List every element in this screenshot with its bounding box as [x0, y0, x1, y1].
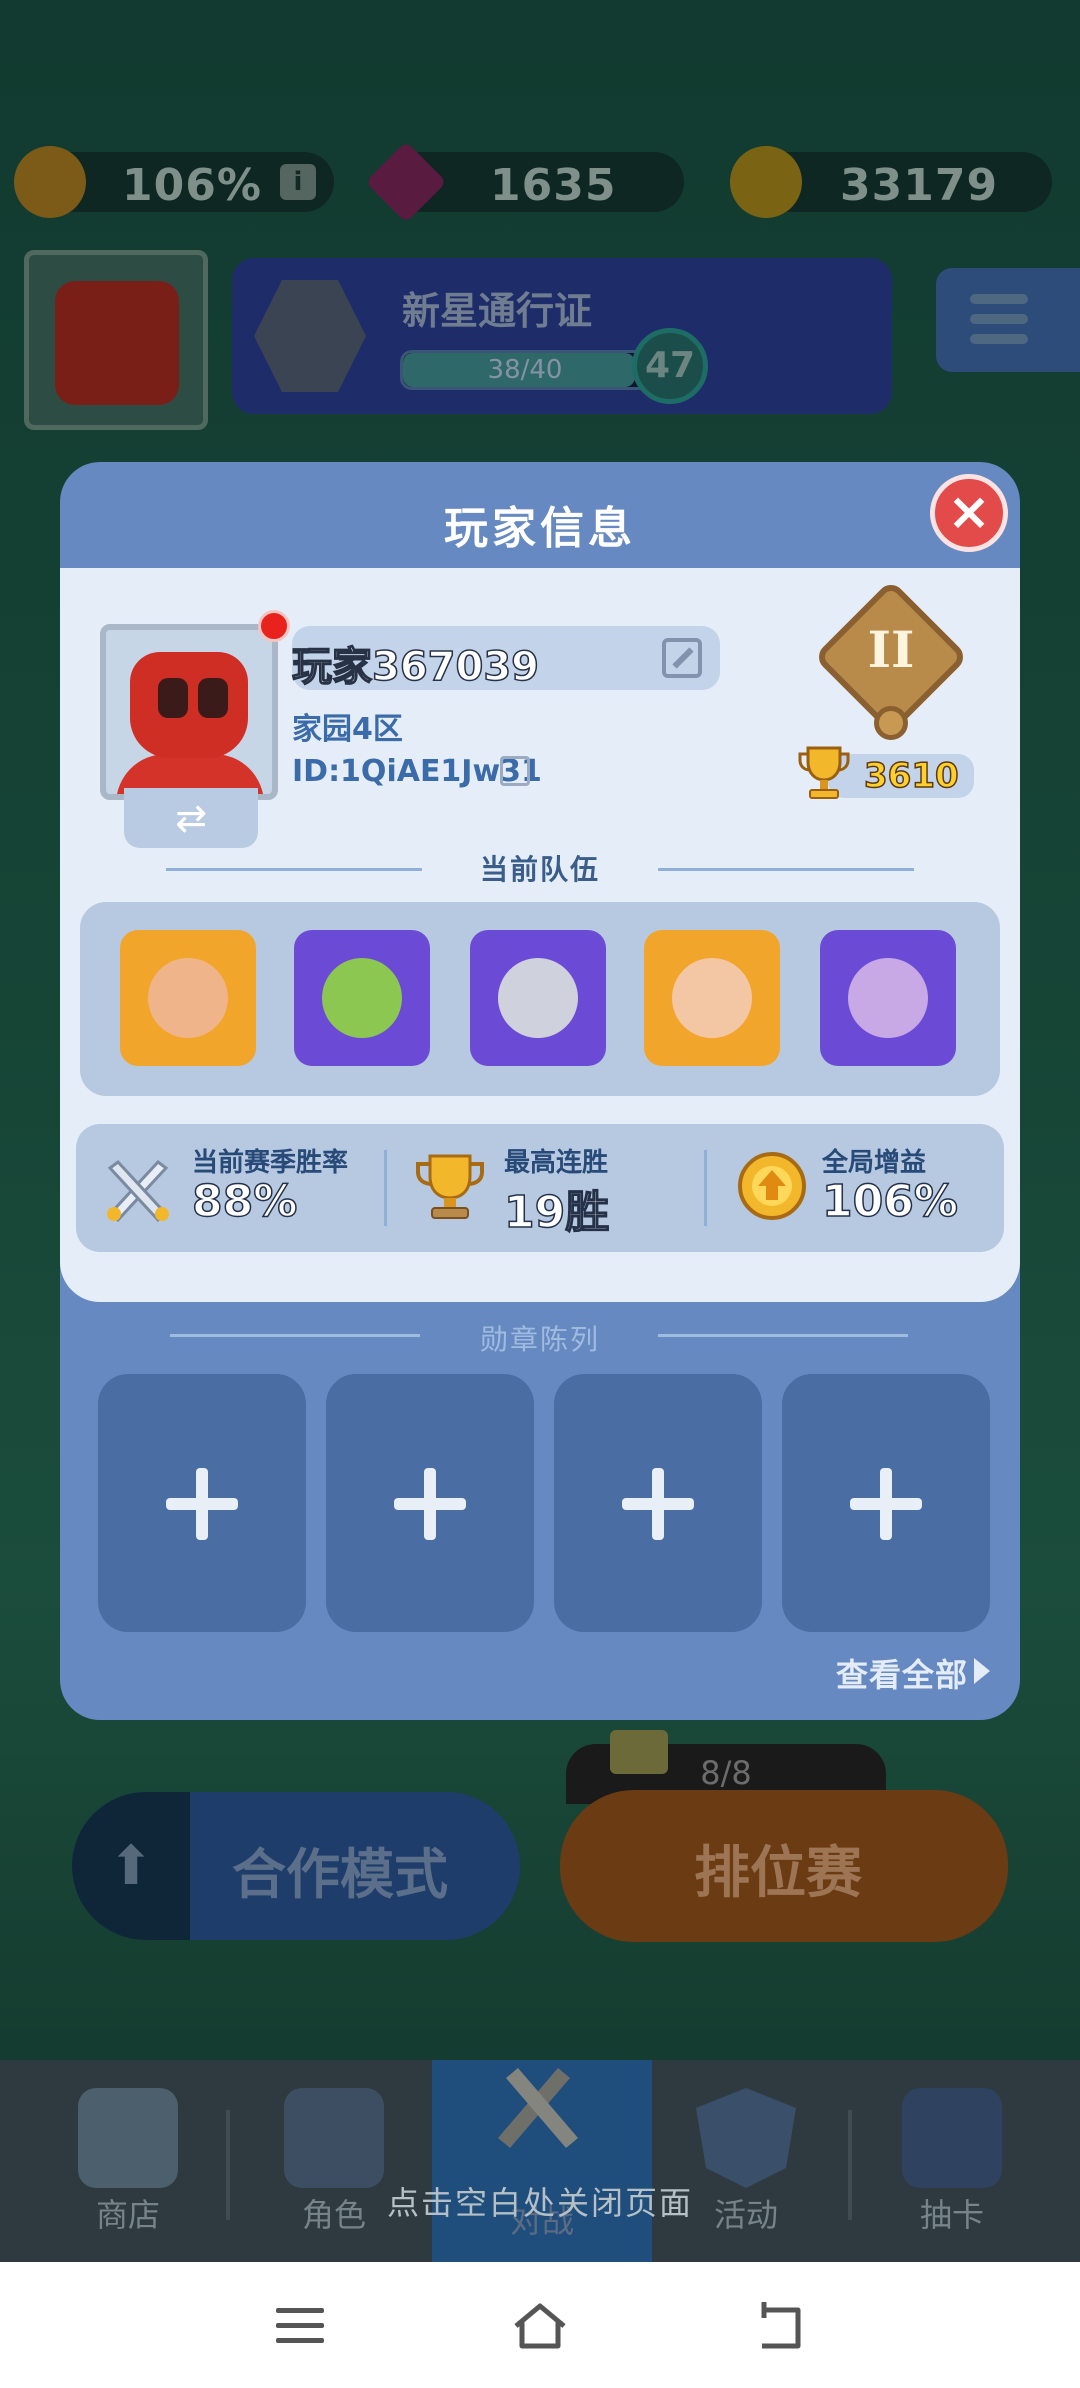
hero-slot[interactable]: [644, 930, 780, 1066]
system-nav-bar: [0, 2262, 1080, 2388]
hero-slot[interactable]: [820, 930, 956, 1066]
pass-title: 新星通行证: [402, 289, 593, 333]
medal-slot[interactable]: [782, 1374, 990, 1632]
stat-global-boost: 全局增益 106%: [734, 1124, 994, 1252]
stat-label: 最高连胜: [504, 1148, 609, 1178]
info-icon[interactable]: i: [280, 164, 316, 200]
up-arrow-icon[interactable]: ⬆: [72, 1792, 190, 1940]
rank-numeral: II: [867, 620, 915, 679]
coop-mode-button[interactable]: ⬆ 合作模式: [72, 1792, 520, 1940]
stat-label: 当前赛季胜率: [192, 1148, 349, 1178]
stat-value: 88%: [191, 1175, 298, 1228]
notification-dot: [258, 610, 290, 642]
shop-icon: [78, 2088, 178, 2188]
avatar-eye: [198, 678, 228, 718]
gem-icon: [365, 141, 447, 223]
hero-slot[interactable]: [470, 930, 606, 1066]
nav-battle[interactable]: 对战: [442, 2060, 642, 2262]
pass-level: 47: [632, 328, 708, 404]
close-hint: 点击空白处关闭页面: [386, 2184, 693, 2222]
stats-panel: 当前赛季胜率 88% 最高连胜 19胜 全局增益 106%: [76, 1124, 1004, 1252]
pass-progress-bar: 38/40: [400, 350, 650, 390]
nav-character[interactable]: 角色: [234, 2060, 434, 2262]
player-server: 家园4区: [292, 712, 403, 747]
view-all-link[interactable]: 查看全部: [836, 1650, 968, 1696]
stat-win-streak: 最高连胜 19胜: [412, 1124, 692, 1252]
avatar-head: [130, 652, 248, 758]
modal-title: 玩家信息: [444, 503, 636, 554]
ticket-icon: [610, 1730, 668, 1774]
crossed-swords-icon: [107, 1159, 169, 1223]
plus-icon: [166, 1468, 238, 1540]
nav-card-draw[interactable]: 抽卡: [852, 2060, 1052, 2262]
menu-icon[interactable]: [936, 268, 1080, 372]
hero-portrait: [672, 958, 752, 1038]
section-divider: [658, 1334, 908, 1337]
card-draw-icon: [902, 2088, 1002, 2188]
medal-section-title: 勋章陈列: [479, 1323, 600, 1356]
gem-resource-bar: 1635: [365, 141, 684, 223]
stat-value: 19胜: [503, 1186, 610, 1239]
coin-resource-bar: 33179: [730, 146, 1052, 218]
stat-value: 106%: [821, 1175, 958, 1228]
swap-avatar-button[interactable]: ⇄: [124, 788, 258, 848]
home-icon[interactable]: [510, 2296, 570, 2356]
coin-icon: [730, 146, 802, 218]
chevron-right-icon[interactable]: [974, 1658, 990, 1684]
stat-divider: [384, 1150, 387, 1226]
pass-emblem-icon: [254, 280, 366, 392]
player-info-modal: 玩家信息 × ⇄ 玩家367039 家园4区 ID:1QiAE1Jw31 II: [60, 462, 1020, 1720]
stat-label: 全局增益: [822, 1148, 927, 1178]
boost-value: 106%: [122, 160, 262, 211]
copy-id-icon[interactable]: [500, 756, 530, 786]
hero-slot[interactable]: [294, 930, 430, 1066]
hero-portrait: [848, 958, 928, 1038]
back-icon[interactable]: [750, 2296, 810, 2356]
trophy-icon: [798, 746, 850, 799]
medal-slot[interactable]: [98, 1374, 306, 1632]
plus-icon: [622, 1468, 694, 1540]
close-button[interactable]: ×: [930, 474, 1008, 552]
menu-lines-icon[interactable]: [270, 2296, 330, 2356]
boost-resource-bar: 106% i: [14, 146, 334, 218]
battle-pass-banner[interactable]: 新星通行证 38/40 47: [232, 258, 892, 414]
section-divider: [658, 868, 914, 871]
event-star-icon: [696, 2088, 796, 2188]
trophy-count: 3610: [863, 755, 959, 797]
close-icon: ×: [947, 482, 991, 542]
player-name-box[interactable]: 玩家367039: [291, 626, 720, 691]
trophy-icon: [416, 1154, 484, 1219]
stat-divider: [704, 1150, 707, 1226]
hero-portrait: [498, 958, 578, 1038]
boost-badge-icon: [738, 1152, 806, 1220]
avatar-face: [55, 281, 179, 405]
hero-slot[interactable]: [120, 930, 256, 1066]
stat-win-rate: 当前赛季胜率 88%: [100, 1124, 390, 1252]
character-icon: [284, 2088, 384, 2188]
hero-portrait: [322, 958, 402, 1038]
gem-value: 1635: [490, 160, 617, 211]
plus-icon: [394, 1468, 466, 1540]
hero-portrait: [148, 958, 228, 1038]
nav-event[interactable]: 活动: [646, 2060, 846, 2262]
medal-slot[interactable]: [554, 1374, 762, 1632]
boost-badge-icon: [14, 146, 86, 218]
team-panel: [80, 902, 1000, 1096]
ranked-mode-label: 排位赛: [694, 1841, 862, 1906]
coin-value: 33179: [840, 160, 999, 211]
swap-arrows-icon: ⇄: [175, 796, 207, 840]
player-name: 玩家367039: [291, 643, 540, 691]
edit-name-icon[interactable]: [662, 638, 702, 678]
medal-slot[interactable]: [326, 1374, 534, 1632]
nav-shop[interactable]: 商店: [28, 2060, 228, 2262]
lobby-player-avatar[interactable]: [24, 250, 208, 430]
avatar-eye: [158, 678, 188, 718]
plus-icon: [850, 1468, 922, 1540]
coop-mode-label: 合作模式: [232, 1843, 448, 1906]
pass-progress-text: 38/40: [487, 355, 563, 385]
ranked-mode-button[interactable]: 排位赛: [560, 1790, 1008, 1942]
player-avatar[interactable]: [100, 624, 278, 800]
rank-badge-knob: [874, 706, 908, 740]
